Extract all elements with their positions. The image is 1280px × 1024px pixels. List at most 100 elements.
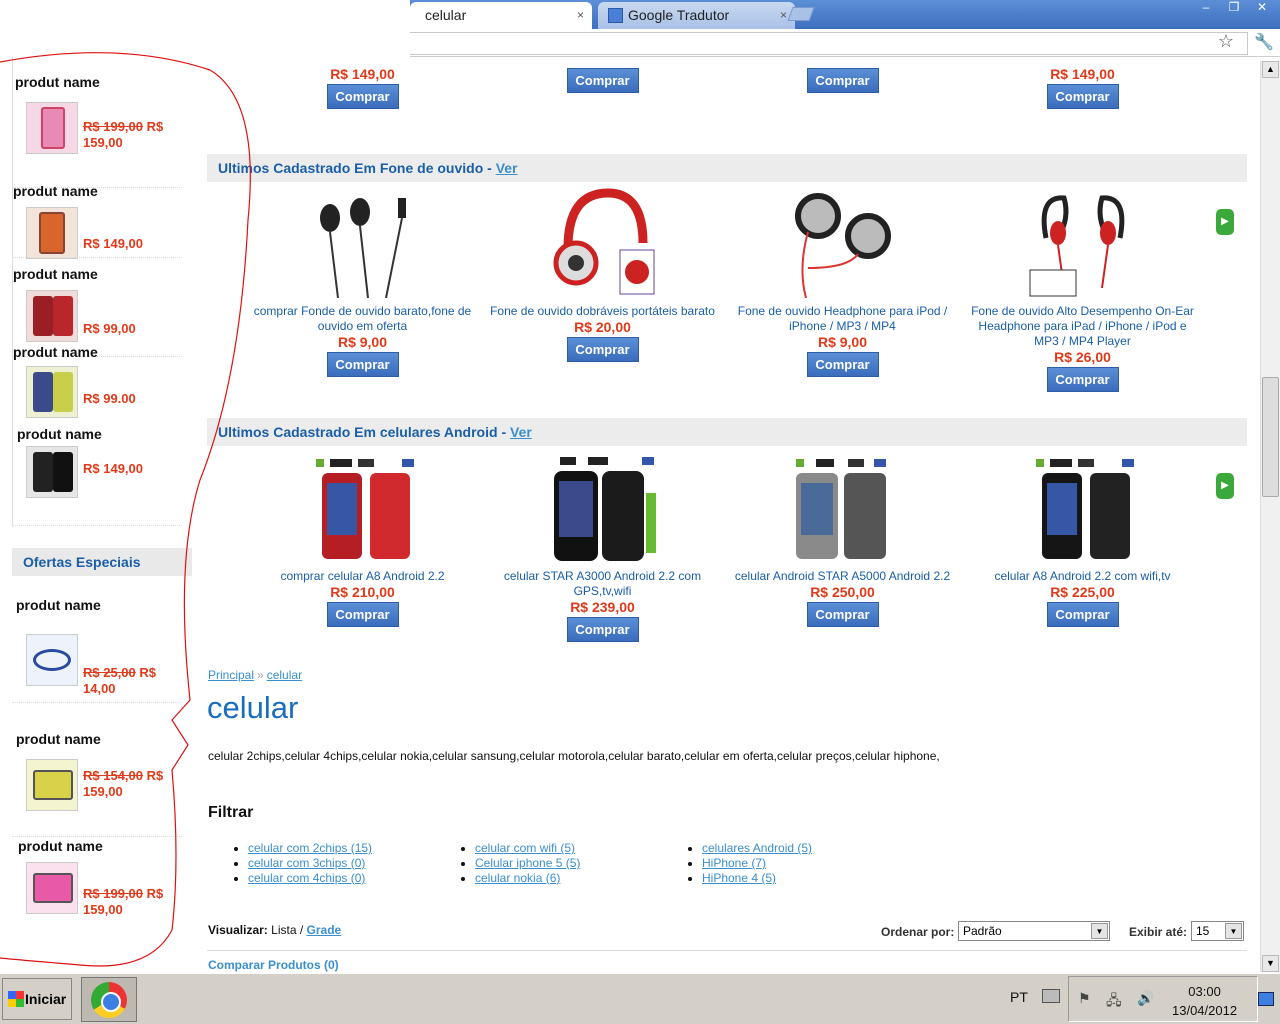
scroll-up-arrow-icon[interactable]: ▲ [1262,61,1279,78]
filter-link[interactable]: HiPhone (7) [702,856,766,870]
phone-a8-black-image[interactable] [1028,453,1138,563]
tab-close-icon[interactable]: × [780,2,787,28]
comprar-button[interactable]: Comprar [806,352,879,377]
clock[interactable]: 03:00 13/04/2012 [1172,982,1237,1020]
bookmark-star-icon[interactable]: ☆ [1218,31,1234,52]
phone-star-a3000-image[interactable] [548,453,658,563]
vertical-scrollbar[interactable]: ▲ ▼ [1260,61,1280,972]
divider [12,257,182,258]
sidebar-product[interactable]: produt name [12,266,180,282]
comprar-button[interactable]: Comprar [326,602,399,627]
pink-phone-thumb[interactable] [26,102,78,154]
restore-button[interactable]: ❐ [1222,0,1246,16]
product-name[interactable]: celular A8 Android 2.2 com wifi,tv [965,569,1200,584]
comprar-button[interactable]: Comprar [806,602,879,627]
carousel-next-arrow-icon[interactable]: ▶ [1216,473,1234,499]
product-name: produt name [13,266,98,282]
sport-mp3-thumb[interactable] [26,634,78,686]
earphones-image[interactable] [308,188,418,299]
product-name[interactable]: Fone de ouvido dobráveis portáteis barat… [485,304,720,319]
language-indicator[interactable]: PT [1010,989,1028,1005]
address-bar[interactable] [410,32,1248,55]
filter-link[interactable]: HiPhone 4 (5) [702,871,776,885]
filter-link[interactable]: celular com 3chips (0) [248,856,365,870]
filter-link[interactable]: celular com wifi (5) [475,841,575,855]
sidebar-product[interactable]: produt name [12,426,180,442]
tab-celular[interactable]: celular × [410,2,592,29]
comprar-button[interactable]: Comprar [326,352,399,377]
yellow-phone-thumb[interactable] [26,366,78,418]
comprar-button[interactable]: Comprar [566,337,639,362]
network-icon[interactable]: 🖧 [1106,990,1122,1008]
breadcrumb-home-link[interactable]: Principal [208,668,254,682]
comprar-button[interactable]: Comprar [1046,602,1119,627]
keyboard-icon[interactable] [1042,989,1060,1003]
product-card: Fone de ouvido Alto Desempenho On-Ear He… [965,188,1200,392]
comprar-button[interactable]: Comprar [326,84,399,109]
sidebar-product[interactable]: produt name [12,74,180,90]
red-phone-thumb[interactable] [26,290,78,342]
product-name[interactable]: celular Android STAR A5000 Android 2.2 [725,569,960,584]
product-name[interactable]: Fone de ouvido Alto Desempenho On-Ear He… [965,304,1200,349]
sidebar-offer[interactable]: produt name [12,597,180,613]
new-tab-button[interactable] [787,7,815,21]
filter-link[interactable]: celular com 4chips (0) [248,871,365,885]
comprar-button[interactable]: Comprar [1046,367,1119,392]
product-name[interactable]: celular STAR A3000 Android 2.2 com GPS,t… [485,569,720,599]
sidebar-offer[interactable]: produt name [12,838,180,854]
ver-link[interactable]: Ver [496,160,518,176]
comprar-button[interactable]: Comprar [1046,84,1119,109]
sort-value: Padrão [963,924,1002,938]
ver-link[interactable]: Ver [510,424,532,440]
close-window-button[interactable]: ✕ [1250,0,1274,16]
sidebar-offer[interactable]: produt name [12,731,180,747]
page-title: celular [207,690,299,725]
product-card: comprar celular A8 Android 2.2 R$ 210,00… [245,453,480,627]
translate-icon [608,8,623,23]
orange-phone-thumb[interactable] [26,207,78,259]
compare-products-link[interactable]: Comparar Produtos (0) [208,958,339,972]
pink-camera-thumb[interactable] [26,862,78,914]
chevron-down-icon[interactable]: ▼ [1225,923,1242,939]
headphone-ipod-image[interactable] [788,188,898,299]
sidebar-product[interactable]: produt name [12,183,180,199]
breadcrumb-current-link[interactable]: celular [267,668,302,682]
taskbar-chrome-button[interactable] [81,977,137,1022]
volume-icon[interactable]: 🔊 [1137,990,1154,1006]
filter-column: celulares Android (5) HiPhone (7) HiPhon… [662,841,812,886]
sort-select[interactable]: Padrão ▼ [958,921,1110,941]
headphones-image[interactable] [548,188,658,298]
product-name[interactable]: comprar Fonde de ouvido barato,fone de o… [245,304,480,334]
view-lista: Lista / [271,923,304,937]
scroll-down-arrow-icon[interactable]: ▼ [1262,955,1279,972]
start-button[interactable]: Iniciar [2,978,72,1020]
tab-google-tradutor[interactable]: Google Tradutor × [598,2,795,29]
show-desktop-icon[interactable] [1258,992,1274,1006]
chevron-down-icon[interactable]: ▼ [1091,923,1108,939]
scrollbar-thumb[interactable] [1262,377,1279,497]
wrench-icon[interactable]: 🔧 [1254,32,1274,52]
phone-a8-red-image[interactable] [308,453,418,563]
phone-star-a5000-image[interactable] [788,453,898,563]
yellow-camera-thumb[interactable] [26,759,78,811]
tab-close-icon[interactable]: × [577,2,584,28]
sidebar-product[interactable]: produt name [12,344,180,360]
view-grade-link[interactable]: Grade [307,923,342,937]
limit-select[interactable]: 15 ▼ [1191,921,1244,941]
filter-link[interactable]: celular com 2chips (15) [248,841,372,855]
action-center-icon[interactable]: ⚑ [1078,990,1094,1006]
comprar-button[interactable]: Comprar [566,68,639,93]
minimize-button[interactable]: – [1194,0,1218,16]
filter-link[interactable]: Celular iphone 5 (5) [475,856,580,870]
carousel-next-arrow-icon[interactable]: ▶ [1216,209,1234,235]
filter-item: celular nokia (6) [475,871,580,886]
filter-link[interactable]: celular nokia (6) [475,871,560,885]
on-ear-headphone-image[interactable] [1028,188,1138,298]
product-name[interactable]: Fone de ouvido Headphone para iPod / iPh… [725,304,960,334]
comprar-button[interactable]: Comprar [566,617,639,642]
product-name[interactable]: comprar celular A8 Android 2.2 [245,569,480,584]
filter-link[interactable]: celulares Android (5) [702,841,812,855]
product-price: R$ 99.00 [83,391,136,406]
comprar-button[interactable]: Comprar [806,68,879,93]
black-phone-thumb[interactable] [26,446,78,498]
